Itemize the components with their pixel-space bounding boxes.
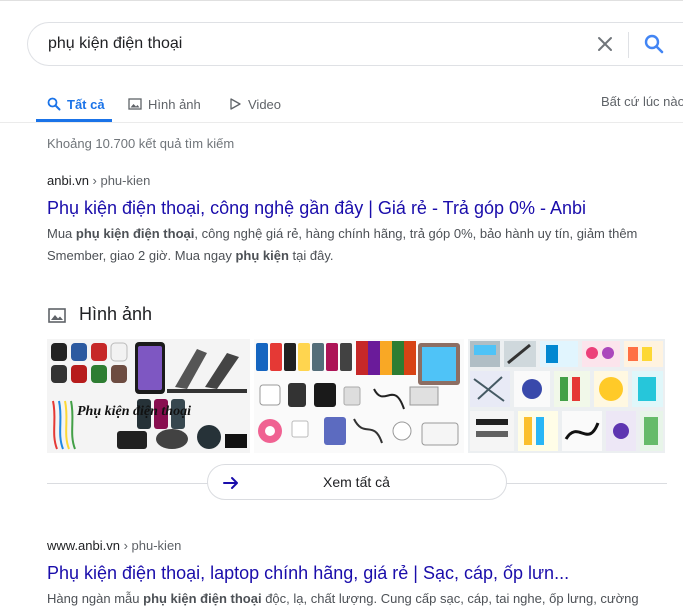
image-thumbnail-1[interactable]: Phụ kiện điện thoại (47, 339, 250, 453)
images-section-title: Hình ảnh (79, 304, 153, 324)
result-1-url: anbi.vn › phu-kien (47, 173, 150, 188)
image-thumbnail-3[interactable] (468, 339, 665, 453)
arrow-right-icon (223, 477, 238, 489)
search-divider (628, 32, 629, 58)
search-icon[interactable] (643, 33, 665, 55)
tab-images[interactable]: Hình ảnh (128, 86, 201, 122)
result-stats: Khoảng 10.700 kết quả tìm kiếm (47, 136, 235, 151)
tab-all-label: Tất cả (67, 96, 105, 112)
thumbnail-caption: Phụ kiện điện thoại (77, 404, 191, 419)
play-icon (230, 98, 241, 110)
snippet-highlight: phụ kiện điện thoại (143, 591, 262, 606)
top-border (0, 0, 683, 1)
images-section-header: Hình ảnh (47, 304, 152, 325)
snippet-text: Mua (47, 226, 76, 241)
see-all-label: Xem tất cả (323, 474, 390, 490)
accessories-image: Phụ kiện điện thoại (47, 339, 250, 453)
result-1-title[interactable]: Phụ kiện điện thoại, công nghệ gần đây |… (47, 198, 586, 219)
tab-images-label: Hình ảnh (148, 96, 201, 112)
see-all-images-button[interactable]: Xem tất cả (207, 464, 507, 500)
image-thumbnail-2[interactable] (254, 339, 464, 453)
result-1-snippet: Mua phụ kiện điện thoại, công nghệ giá r… (47, 223, 672, 267)
image-icon (128, 98, 142, 110)
snippet-text: độc, lạ, chất lượng. Cung cấp sạc, cáp, … (261, 591, 639, 606)
snippet-text: Hàng ngàn mẫu (47, 591, 144, 606)
tab-video-label: Video (248, 96, 282, 112)
tab-all[interactable]: Tất cả (47, 86, 105, 122)
snippet-highlight: phụ kiện điện thoại (75, 226, 195, 241)
search-tabs: Tất cả Hình ảnh Video Bất cứ lúc nào (0, 86, 683, 124)
result-2-path: › phu-kien (119, 538, 182, 553)
phones-and-cases-image (254, 339, 464, 453)
clear-icon[interactable] (595, 34, 615, 54)
result-1-domain: anbi.vn (47, 173, 89, 188)
accessories-grid-image (468, 339, 665, 453)
search-input[interactable] (48, 23, 568, 65)
search-icon (47, 97, 61, 111)
result-1-path: › phu-kien (88, 173, 151, 188)
tabs-divider (0, 122, 683, 123)
image-icon (48, 307, 66, 323)
result-2-title[interactable]: Phụ kiện điện thoại, laptop chính hãng, … (47, 563, 569, 584)
time-filter-button[interactable]: Bất cứ lúc nào (601, 94, 683, 109)
result-2-snippet: Hàng ngàn mẫu phụ kiện điện thoại độc, l… (47, 588, 672, 610)
tab-video[interactable]: Video (228, 86, 281, 122)
snippet-text: tại đây. (288, 248, 334, 263)
snippet-highlight: phụ kiện (235, 248, 289, 263)
result-2-url: www.anbi.vn › phu-kien (47, 538, 181, 553)
search-box[interactable] (27, 22, 683, 66)
result-2-domain: www.anbi.vn (47, 538, 120, 553)
